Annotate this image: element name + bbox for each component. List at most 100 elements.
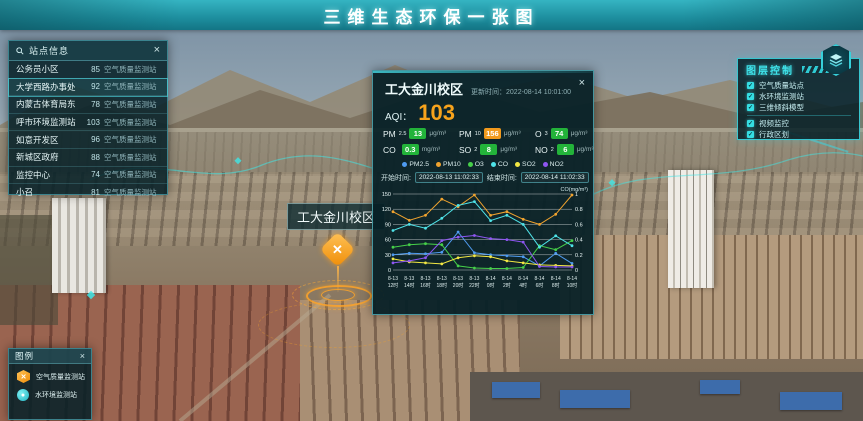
checkbox-checked-icon[interactable]: ✓ [747,131,754,138]
trees [0,215,58,325]
layer-item[interactable]: ✓ 空气质量站点 [747,80,851,91]
station-type: 空气质量监测站 [104,117,160,128]
legend-item-air[interactable]: ✕ 空气质量监测站 [9,364,91,383]
station-list-item[interactable]: 如意开发区 96 空气质量监测站 [9,131,167,149]
update-time-value: 2022-08-14 10:01:00 [506,89,571,96]
pollutant-trend-chart[interactable]: 030609012015000.20.40.60.81CO(mg/m³)8-13… [376,184,590,306]
pollutant-value-badge: 8 [480,144,497,155]
aqi-label: AQI： [385,108,412,123]
pollutant-unit: μg/m³ [500,146,517,153]
pollutant-value-badge: 156 [484,128,501,139]
layer-item[interactable]: ✓ 行政区划 [747,129,851,140]
svg-text:8-13: 8-13 [404,276,414,282]
popup-header: 工大金川校区 更新时间：2022-08-14 10:01:00 [373,71,593,101]
station-type: 空气质量监测站 [104,99,160,110]
station-marker-icon[interactable]: ✕ [320,232,355,267]
legend-panel-header: 图例 × [9,349,91,364]
divider [747,115,851,116]
legend-item-pm10[interactable]: PM10 [436,161,461,168]
legend-dot [515,162,520,167]
search-panel-close-icon[interactable]: × [154,45,160,56]
white-tower [52,198,106,293]
station-type: 空气质量监测站 [104,81,160,92]
pollutant-unit: μg/m³ [571,130,588,137]
page-title: 三维生态环保一张图 [324,3,540,28]
layer-item[interactable]: ✓ 视频监控 [747,118,851,129]
svg-text:12时: 12时 [388,282,399,289]
svg-text:16时: 16时 [420,282,431,289]
blue-roof [780,392,842,410]
map-legend-panel: 图例 × ✕ 空气质量监测站 ● 水环境监测站 [8,348,92,420]
station-list-item[interactable]: 公务员小区 85 空气质量监测站 [9,61,167,79]
popup-title: 工大金川校区 [385,79,463,98]
pollutant-cell: NO2 6 μg/m³ [535,144,601,155]
legend-item-water[interactable]: ● 水环境监测站 [9,383,91,401]
pollutant-name: PM [383,129,396,139]
search-icon [16,47,24,55]
pollutant-cell: PM2.5 13 μg/m³ [383,128,459,139]
end-time-field[interactable]: 2022-08-14 11:02:33 [521,172,589,183]
air-station-icon: ✕ [17,370,30,383]
station-type: 空气质量监测站 [104,134,160,145]
pollutant-cell: CO 0.3 mg/m³ [383,144,459,155]
station-list-item[interactable]: 新城区政府 88 空气质量监测站 [9,149,167,167]
blue-roof [560,390,630,408]
pollutant-name: SO [459,145,471,155]
svg-text:0.8: 0.8 [575,207,583,213]
legend-item-o3[interactable]: O3 [468,161,484,168]
legend-item-label: 水环境监测站 [35,390,77,400]
pollutant-name: O [535,129,542,139]
station-type: 空气质量监测站 [104,169,160,180]
station-list-item[interactable]: 呼市环境监测站 103 空气质量监测站 [9,114,167,132]
svg-text:8-14: 8-14 [534,276,544,282]
layer-item[interactable]: ✓ 三维倾斜模型 [747,102,851,113]
layers-icon [828,52,844,68]
layer-panel-title: 图层控制 [746,62,794,77]
legend-item-no2[interactable]: NO2 [543,161,564,168]
svg-text:150: 150 [382,192,391,198]
svg-text:8-14: 8-14 [518,276,528,282]
svg-text:8-14: 8-14 [567,276,577,282]
legend-item-pm25[interactable]: PM2.5 [402,161,429,168]
checkbox-checked-icon[interactable]: ✓ [747,93,754,100]
svg-text:0.2: 0.2 [575,253,583,259]
pollutant-unit: μg/m³ [504,130,521,137]
station-list-item[interactable]: 大学西路办事处 92 空气质量监测站 [9,79,167,97]
layer-label: 空气质量站点 [759,80,804,91]
checkbox-checked-icon[interactable]: ✓ [747,82,754,89]
popup-close-icon[interactable]: × [579,78,585,89]
station-list-item[interactable]: 内蒙古体育局东 78 空气质量监测站 [9,96,167,114]
update-time-label: 更新时间： [471,89,506,96]
checkbox-checked-icon[interactable]: ✓ [747,120,754,127]
station-billboard[interactable]: 工大金川校区 [287,203,385,230]
pollutant-unit: mg/m³ [422,146,440,153]
station-list-item[interactable]: 监控中心 74 空气质量监测站 [9,167,167,185]
start-time-label: 开始时间: [381,173,411,183]
legend-item-co[interactable]: CO [491,161,508,168]
station-value: 88 [82,153,104,162]
station-name: 如意开发区 [16,134,82,146]
pollutant-cell: O3 74 μg/m³ [535,128,601,139]
station-type: 空气质量监测站 [104,187,160,198]
water-station-icon: ● [17,389,29,401]
station-value: 103 [82,118,104,127]
legend-panel-title: 图例 [15,350,80,362]
station-list-item[interactable]: 小召 81 空气质量监测站 [9,184,167,201]
layer-item[interactable]: ✓ 水环境监测站 [747,91,851,102]
pollutant-name: NO [535,145,548,155]
svg-text:8-13: 8-13 [437,276,447,282]
search-panel-title: 站点信息 [29,44,149,57]
legend-panel-close-icon[interactable]: × [80,352,85,361]
pollutant-value-badge: 13 [409,128,426,139]
layer-label: 视频监控 [759,118,789,129]
time-range-row: 开始时间: 2022-08-13 11:02:33 结束时间: 2022-08-… [373,168,593,183]
pollutant-cell: PM10 156 μg/m³ [459,128,535,139]
start-time-field[interactable]: 2022-08-13 11:02:33 [415,172,483,183]
checkbox-checked-icon[interactable]: ✓ [747,104,754,111]
station-name: 新城区政府 [16,151,82,163]
svg-text:30: 30 [385,253,391,259]
svg-text:120: 120 [382,207,391,213]
layer-label: 水环境监测站 [759,91,804,102]
station-value: 92 [82,82,104,91]
legend-item-so2[interactable]: SO2 [515,161,536,168]
